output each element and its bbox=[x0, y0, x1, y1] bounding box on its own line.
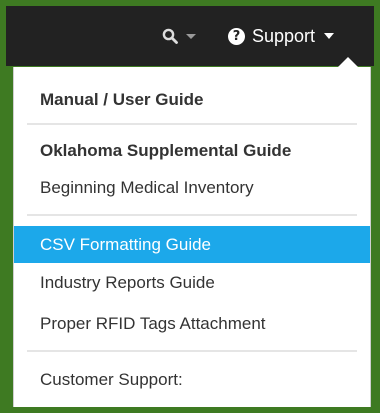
menu-item-proper-rfid-tags-attachment[interactable]: Proper RFID Tags Attachment bbox=[14, 307, 370, 341]
question-circle-icon: ? bbox=[228, 27, 245, 45]
menu-item-customer-support[interactable]: Customer Support: bbox=[14, 363, 370, 397]
menu-item-manual-user-guide[interactable]: Manual / User Guide bbox=[14, 83, 370, 117]
search-icon bbox=[162, 28, 178, 44]
menu-divider bbox=[27, 350, 357, 352]
menu-item-beginning-medical-inventory[interactable]: Beginning Medical Inventory bbox=[14, 171, 370, 205]
menu-item-industry-reports-guide[interactable]: Industry Reports Guide bbox=[14, 266, 370, 300]
chevron-down-icon bbox=[324, 33, 335, 39]
menu-item-oklahoma-supplemental-guide[interactable]: Oklahoma Supplemental Guide bbox=[14, 134, 370, 168]
menu-item-csv-formatting-guide[interactable]: CSV Formatting Guide bbox=[14, 226, 370, 263]
dropdown-pointer bbox=[338, 57, 358, 67]
support-label: Support bbox=[252, 25, 316, 46]
chevron-down-icon bbox=[186, 33, 196, 39]
search-dropdown-toggle[interactable] bbox=[143, 6, 215, 66]
support-dropdown-toggle[interactable]: ? Support bbox=[228, 6, 335, 66]
screenshot-frame: ? Support Manual / User Guide Oklahoma S… bbox=[0, 0, 380, 413]
support-dropdown-menu: Manual / User Guide Oklahoma Supplementa… bbox=[13, 67, 371, 407]
menu-divider bbox=[27, 214, 357, 216]
top-navbar: ? Support bbox=[6, 6, 374, 66]
menu-divider bbox=[27, 123, 357, 125]
